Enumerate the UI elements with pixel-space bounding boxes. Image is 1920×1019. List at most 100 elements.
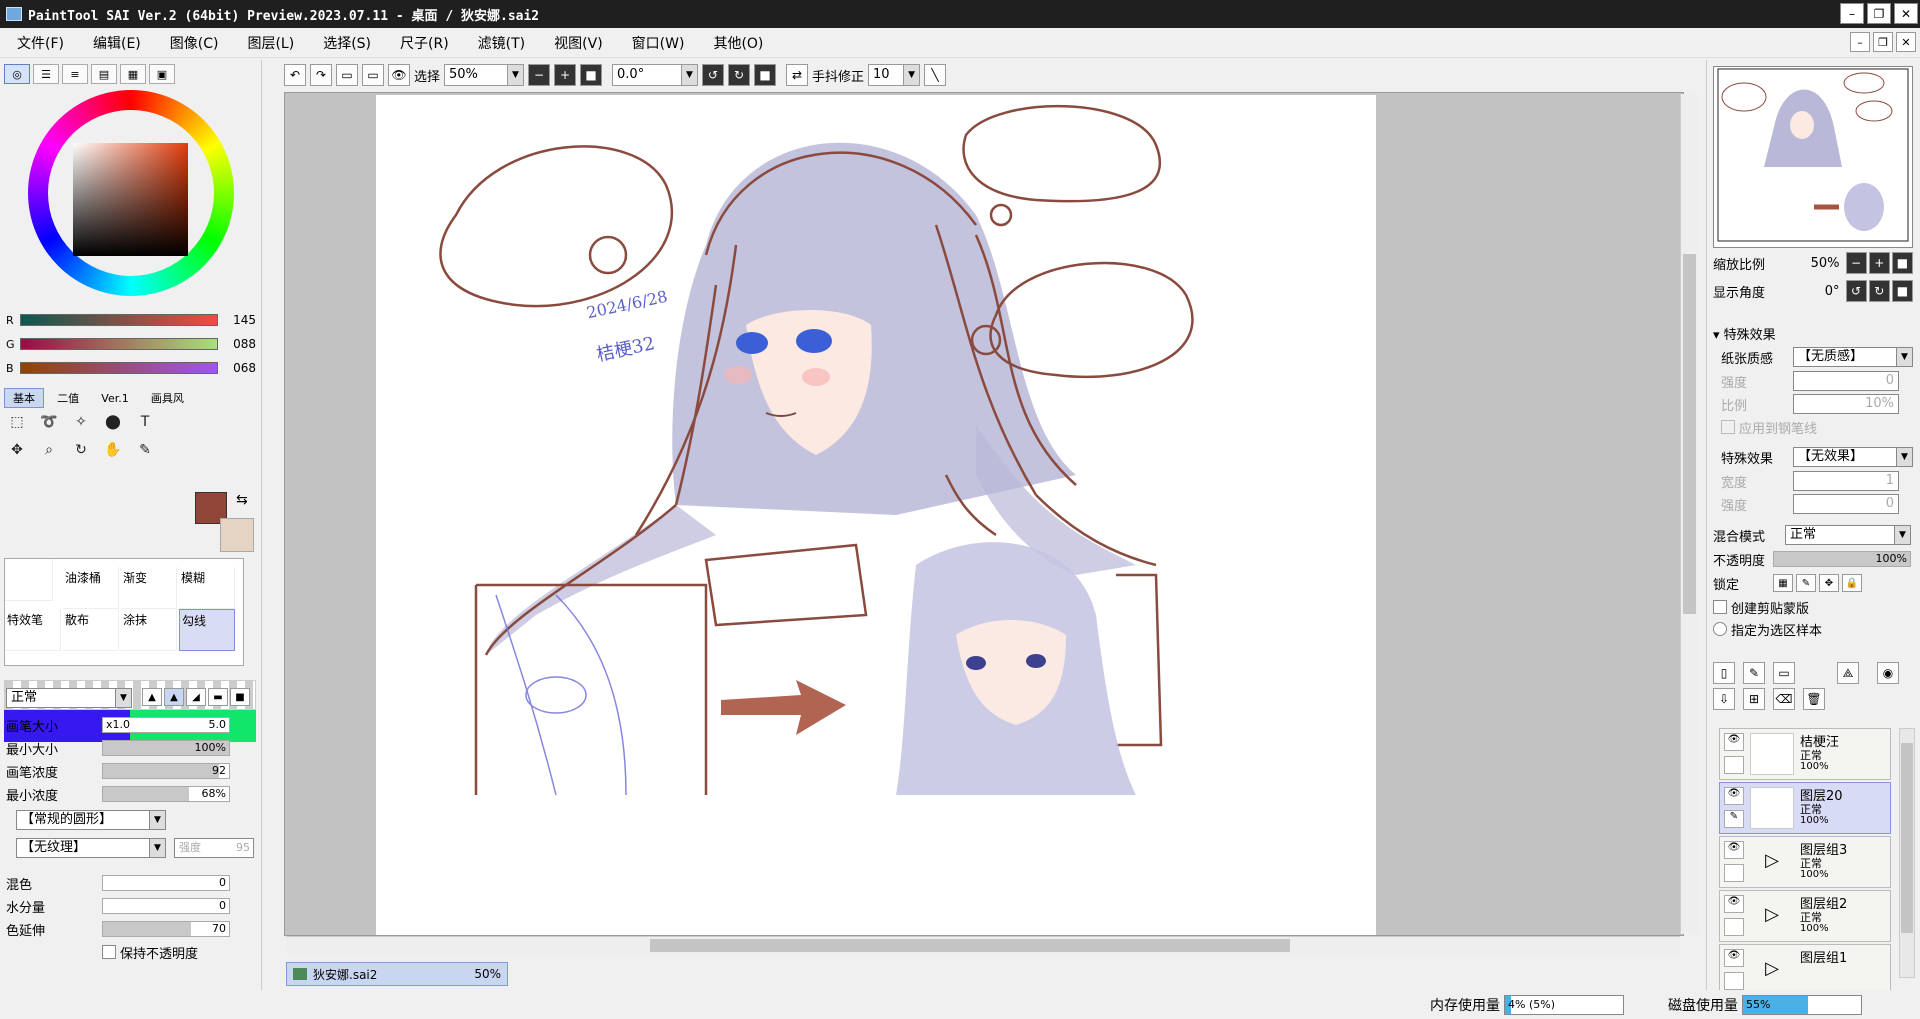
visibility-eye-icon[interactable]: 👁 <box>1724 895 1744 913</box>
fx-dropdown[interactable]: 【无效果】 ▼ <box>1793 447 1913 467</box>
layer-lock-icon[interactable] <box>1724 864 1744 882</box>
new-group-icon[interactable]: ▭ <box>1773 662 1795 684</box>
tab-binary[interactable]: 二值 <box>48 388 88 408</box>
zoom-out-icon[interactable]: − <box>528 64 551 86</box>
vertical-scroll-thumb[interactable] <box>1683 254 1696 614</box>
rotate-icon[interactable]: ↻ <box>68 438 94 462</box>
texture-dropdown[interactable]: 【无纹理】 ▼ <box>16 838 166 858</box>
min-density-slider[interactable]: 68% <box>102 786 230 802</box>
tip-round-icon[interactable]: ◢ <box>186 688 206 706</box>
close-button[interactable]: ✕ <box>1894 3 1918 24</box>
zoom-in-icon[interactable]: + <box>554 64 577 86</box>
layer-item[interactable]: 👁 ▷ 图层组1 <box>1719 944 1891 996</box>
clip-checkbox[interactable] <box>1713 600 1727 614</box>
b-slider[interactable] <box>19 362 219 374</box>
invert-select-icon[interactable]: ▭ <box>362 64 384 86</box>
menu-ruler[interactable]: 尺子(R) <box>383 33 461 53</box>
lock-all-icon[interactable]: 🔒 <box>1842 574 1862 592</box>
menu-filter[interactable]: 滤镜(T) <box>461 33 537 53</box>
effects-header[interactable]: ▾ 特殊效果 <box>1713 322 1913 344</box>
flip-horizontal-icon[interactable]: ⇄ <box>786 64 809 86</box>
undo-icon[interactable]: ↶ <box>284 64 306 86</box>
tip-flat-icon[interactable]: ▬ <box>208 688 228 706</box>
water-slider[interactable]: 0 <box>102 898 230 914</box>
color-wheel-tab-icon[interactable]: ◎ <box>4 64 30 84</box>
menu-edit[interactable]: 编辑(E) <box>76 33 153 53</box>
brush-scatter[interactable]: 散布 <box>63 609 119 651</box>
move-icon[interactable]: ✥ <box>4 438 30 462</box>
new-layer-icon[interactable]: ▯ <box>1713 662 1735 684</box>
restore-button[interactable]: ❐ <box>1867 3 1891 24</box>
swap-colors-icon[interactable]: ⇆ <box>236 492 248 508</box>
ref-radio[interactable] <box>1713 622 1727 636</box>
layer-item[interactable]: 👁 ▷ 图层组3 正常 100% <box>1719 836 1891 888</box>
angle-dropdown[interactable]: 0.0° ▼ <box>612 64 699 86</box>
scratchpad-tab-icon[interactable]: ▣ <box>149 64 175 84</box>
nav-rotate-left-icon[interactable]: ↺ <box>1845 280 1867 302</box>
saturation-value-square[interactable] <box>73 143 188 256</box>
menu-window[interactable]: 窗口(W) <box>615 33 697 53</box>
canvas-paper[interactable]: 2024/6/28 桔梗32 <box>376 95 1376 935</box>
tip-square-icon[interactable]: ■ <box>230 688 250 706</box>
straight-line-icon[interactable]: ╲ <box>924 64 947 86</box>
hsv-slider-tab-icon[interactable]: ≡ <box>62 64 88 84</box>
tab-ver1[interactable]: Ver.1 <box>92 390 137 407</box>
brush-lineart[interactable]: 勾线 <box>179 609 235 651</box>
menu-image[interactable]: 图像(C) <box>153 33 231 53</box>
paper-strength-field[interactable]: 0 <box>1793 371 1899 391</box>
doc-restore-button[interactable]: ❐ <box>1873 32 1893 52</box>
merge-down-icon[interactable]: ⊞ <box>1743 688 1765 710</box>
nav-zoom-in-icon[interactable]: + <box>1868 252 1890 274</box>
density-slider[interactable]: 92 <box>102 763 230 779</box>
deselect-icon[interactable]: ▭ <box>336 64 358 86</box>
nav-zoom-reset-icon[interactable]: ■ <box>1891 252 1914 274</box>
apply-pen-checkbox[interactable] <box>1721 420 1735 434</box>
fx-width-field[interactable]: 1 <box>1793 471 1899 491</box>
vertical-scrollbar[interactable] <box>1680 94 1698 934</box>
lock-paint-icon[interactable]: ✎ <box>1796 574 1816 592</box>
g-slider[interactable] <box>19 338 219 350</box>
rgb-slider-tab-icon[interactable]: ☰ <box>33 64 59 84</box>
zoom-dropdown[interactable]: 50% ▼ <box>444 64 525 86</box>
nav-rotate-reset-icon[interactable]: ■ <box>1891 280 1914 302</box>
tab-basic[interactable]: 基本 <box>4 388 44 408</box>
lasso-icon[interactable]: ➰ <box>36 410 62 434</box>
swatch-tab-icon[interactable]: ▤ <box>91 64 117 84</box>
min-size-slider[interactable]: 100% <box>102 740 230 756</box>
visibility-eye-icon[interactable]: 👁 <box>1724 733 1744 751</box>
keep-opacity-checkbox[interactable] <box>102 945 116 959</box>
horizontal-scroll-thumb[interactable] <box>650 939 1290 952</box>
visibility-eye-icon[interactable]: 👁 <box>1724 841 1744 859</box>
doc-minimize-button[interactable]: – <box>1850 32 1870 52</box>
layer-lock-icon[interactable] <box>1724 756 1744 774</box>
nav-zoom-out-icon[interactable]: − <box>1845 252 1867 274</box>
doc-close-button[interactable]: ✕ <box>1896 32 1916 52</box>
paper-texture-dropdown[interactable]: 【无质感】 ▼ <box>1793 347 1913 367</box>
eyedropper-icon[interactable]: ✎ <box>132 438 158 462</box>
magic-wand-icon[interactable]: ✧ <box>68 410 94 434</box>
layer-item[interactable]: 👁 ▷ 图层组2 正常 100% <box>1719 890 1891 942</box>
clear-layer-icon[interactable]: ⌫ <box>1773 688 1795 710</box>
zoom-icon[interactable]: ⌕ <box>36 438 62 462</box>
brush-gradient[interactable]: 渐变 <box>121 567 177 609</box>
rect-select-icon[interactable]: ⬚ <box>4 410 30 434</box>
navigator-preview[interactable] <box>1713 66 1913 248</box>
hand-icon[interactable]: ✋ <box>100 438 126 462</box>
shape-icon[interactable]: ⬤ <box>100 410 126 434</box>
brush-shape-dropdown[interactable]: 【常规的圆形】 ▼ <box>16 810 166 830</box>
paper-ratio-field[interactable]: 10% <box>1793 394 1899 414</box>
brush-blur[interactable]: 模糊 <box>179 567 235 609</box>
layer-list-scroll-thumb[interactable] <box>1901 743 1913 933</box>
redo-icon[interactable]: ↷ <box>310 64 332 86</box>
layer-blend-dropdown[interactable]: 正常 ▼ <box>1785 525 1911 545</box>
r-slider[interactable] <box>19 314 219 326</box>
tab-paint-style[interactable]: 画具风 <box>142 388 193 408</box>
nav-rotate-right-icon[interactable]: ↻ <box>1868 280 1890 302</box>
blend-mode-dropdown[interactable]: 正常 ▼ <box>6 688 132 708</box>
blend-slider[interactable]: 0 <box>102 875 230 891</box>
background-color-swatch[interactable] <box>220 518 254 552</box>
tip-sharp-icon[interactable]: ▲ <box>142 688 162 706</box>
texture-strength-field[interactable]: 强度 95 <box>174 838 254 858</box>
visibility-eye-icon[interactable]: 👁 <box>1724 787 1744 805</box>
menu-file[interactable]: 文件(F) <box>0 33 76 53</box>
